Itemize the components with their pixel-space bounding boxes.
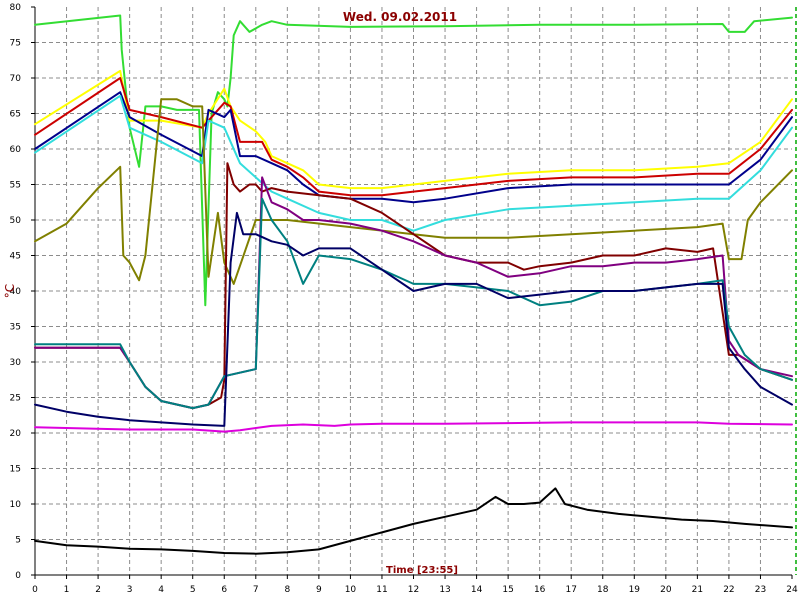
x-tick-label: 8 [284,585,290,595]
x-tick-label: 15 [502,585,513,595]
y-tick-label: 50 [10,216,22,226]
x-axis-label: Time [23:55] [386,565,458,576]
x-tick-label: 0 [32,585,38,595]
x-tick-label: 10 [345,585,357,595]
y-tick-label: 35 [10,323,21,333]
x-tick-label: 2 [95,585,101,595]
x-tick-label: 5 [190,585,196,595]
x-tick-labels: 0 1 2 3 4 5 6 7 8 9 10 11 12 13 14 15 16 17 18 19 20 21 22 23 24 [32,575,798,595]
y-tick-label: 45 [10,252,21,262]
x-tick-label: 11 [376,585,387,595]
x-tick-label: 6 [221,585,227,595]
y-tick-label: 15 [10,465,21,475]
x-tick-label: 13 [439,585,450,595]
x-tick-label: 14 [471,585,483,595]
y-tick-label: 70 [10,74,22,84]
y-tick-label: 75 [10,39,21,49]
y-tick-label: 0 [15,571,21,581]
x-tick-label: 21 [692,585,703,595]
x-tick-label: 22 [723,585,734,595]
x-tick-label: 23 [755,585,766,595]
x-tick-label: 1 [64,585,70,595]
y-tick-label: 20 [10,429,22,439]
y-tick-label: 65 [10,110,21,120]
chart-title: Wed. 09.02.2011 [343,10,457,24]
line-chart: 05101520253035404550556065707580 0123456… [3,3,798,595]
x-tick-label: 18 [597,585,609,595]
y-axis-label: °C [3,284,17,298]
y-tick-label: 10 [10,500,22,510]
x-tick-label: 12 [408,585,419,595]
y-tick-label: 80 [10,3,22,13]
x-tick-label: 16 [534,585,546,595]
x-tick-label: 7 [253,585,259,595]
x-tick-label: 3 [127,585,133,595]
x-tick-label: 9 [316,585,322,595]
y-tick-label: 30 [10,358,22,368]
x-tick-label: 17 [565,585,576,595]
y-tick-label: 5 [15,536,21,546]
y-tick-label: 55 [10,181,21,191]
y-tick-label: 60 [10,145,22,155]
x-tick-label: 4 [158,585,164,595]
x-tick-label: 24 [786,585,798,595]
y-tick-label: 25 [10,394,21,404]
x-tick-label: 19 [629,585,641,595]
x-tick-label: 20 [660,585,672,595]
